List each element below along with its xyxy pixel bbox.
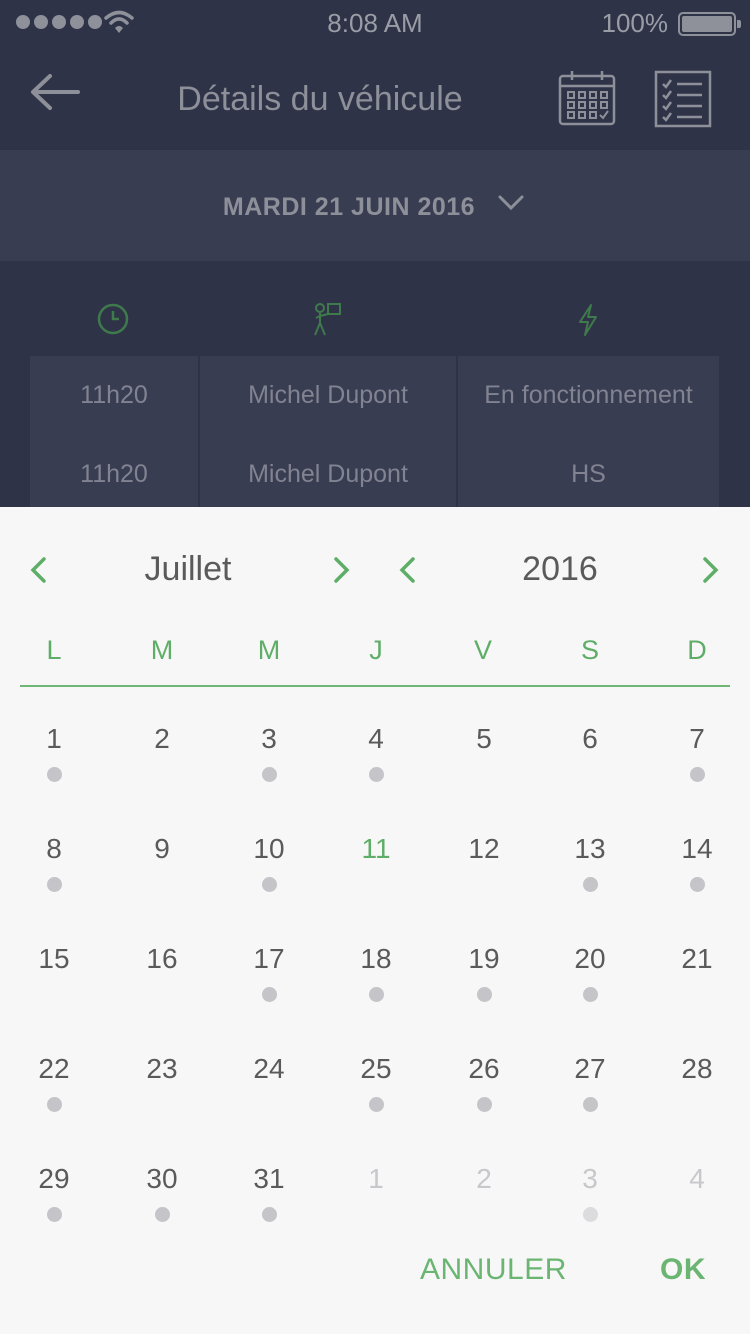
calendar-day[interactable]: 2 [449, 1163, 519, 1195]
event-dot [690, 767, 705, 782]
calendar-day[interactable]: 31 [234, 1163, 304, 1195]
calendar-grid: 1 2 3 4 5 6 7 8 9 10 11 12 13 14 15 16 17 18 19 20 21 22 23 24 2… [0, 507, 750, 1222]
event-dot [47, 767, 62, 782]
calendar-day[interactable]: 12 [449, 833, 519, 865]
calendar-day[interactable]: 14 [662, 833, 732, 865]
calendar-day[interactable]: 9 [127, 833, 197, 865]
calendar-day[interactable]: 1 [19, 723, 89, 755]
cancel-button[interactable]: ANNULER [420, 1253, 567, 1287]
calendar-day[interactable]: 23 [127, 1053, 197, 1085]
event-dot [583, 987, 598, 1002]
event-dot [477, 1097, 492, 1112]
event-dot [369, 767, 384, 782]
nav-bar: Détails du véhicule [0, 48, 750, 150]
calendar-day[interactable]: 26 [449, 1053, 519, 1085]
event-dot [583, 1097, 598, 1112]
calendar-day[interactable]: 22 [19, 1053, 89, 1085]
event-dot [477, 987, 492, 1002]
calendar-day[interactable]: 11 [341, 833, 411, 865]
calendar-day[interactable]: 30 [127, 1163, 197, 1195]
calendar-day[interactable]: 29 [19, 1163, 89, 1195]
time-cell: 11h20 [30, 356, 200, 435]
calendar-day[interactable]: 4 [662, 1163, 732, 1195]
date-picker: Juillet 2016 L M M J V S D 1 2 3 4 5 6 7 8 9 10 11… [0, 507, 750, 1334]
calendar-day[interactable]: 19 [449, 943, 519, 975]
calendar-day[interactable]: 15 [19, 943, 89, 975]
driver-cell: Michel Dupont [200, 435, 458, 507]
event-dot [47, 877, 62, 892]
event-dot [262, 987, 277, 1002]
calendar-day[interactable]: 10 [234, 833, 304, 865]
lightning-icon [579, 304, 597, 336]
calendar-day[interactable]: 16 [127, 943, 197, 975]
battery-icon [678, 12, 741, 36]
driver-cell: Michel Dupont [200, 356, 458, 435]
date-selector[interactable]: MARDI 21 JUIN 2016 [0, 150, 750, 261]
status-cell: HS [458, 435, 719, 507]
calendar-day[interactable]: 6 [555, 723, 625, 755]
table-row[interactable]: 11h20 Michel Dupont En fonctionnement [30, 356, 719, 435]
event-dot [690, 877, 705, 892]
event-dot [583, 877, 598, 892]
event-dot [47, 1097, 62, 1112]
calendar-day[interactable]: 3 [555, 1163, 625, 1195]
clock-icon [97, 303, 129, 335]
calendar-day[interactable]: 5 [449, 723, 519, 755]
driver-icon [314, 303, 341, 336]
calendar-day[interactable]: 20 [555, 943, 625, 975]
event-dot [262, 767, 277, 782]
time-cell: 11h20 [30, 435, 200, 507]
event-dot [262, 1207, 277, 1222]
page-title: Détails du véhicule [177, 80, 463, 118]
calendar-day[interactable]: 1 [341, 1163, 411, 1195]
event-dot [262, 877, 277, 892]
event-dot [155, 1207, 170, 1222]
calendar-day[interactable]: 7 [662, 723, 732, 755]
calendar-day[interactable]: 4 [341, 723, 411, 755]
history-table: 11h20 Michel Dupont En fonctionnement 11… [30, 356, 719, 507]
event-dot [583, 1207, 598, 1222]
calendar-day[interactable]: 27 [555, 1053, 625, 1085]
calendar-day[interactable]: 25 [341, 1053, 411, 1085]
event-dot [47, 1207, 62, 1222]
event-dot [369, 987, 384, 1002]
event-dot [369, 1097, 384, 1112]
calendar-day[interactable]: 24 [234, 1053, 304, 1085]
table-row[interactable]: 11h20 Michel Dupont HS [30, 435, 719, 507]
ok-button[interactable]: OK [660, 1253, 706, 1287]
calendar-icon[interactable] [558, 70, 616, 126]
calendar-day[interactable]: 8 [19, 833, 89, 865]
battery-percent: 100% [601, 8, 669, 38]
chevron-down-icon [498, 195, 524, 211]
calendar-day[interactable]: 2 [127, 723, 197, 755]
status-cell: En fonctionnement [458, 356, 719, 435]
vehicle-details-screen: 8:08 AM 100% Détails du véhicule MARDI 2… [0, 0, 750, 507]
status-bar: 8:08 AM 100% [0, 0, 750, 48]
selected-date-label: MARDI 21 JUIN 2016 [222, 193, 476, 221]
calendar-day[interactable]: 18 [341, 943, 411, 975]
calendar-day[interactable]: 21 [662, 943, 732, 975]
calendar-day[interactable]: 28 [662, 1053, 732, 1085]
calendar-day[interactable]: 3 [234, 723, 304, 755]
checklist-icon[interactable] [654, 70, 712, 128]
calendar-day[interactable]: 13 [555, 833, 625, 865]
calendar-day[interactable]: 17 [234, 943, 304, 975]
